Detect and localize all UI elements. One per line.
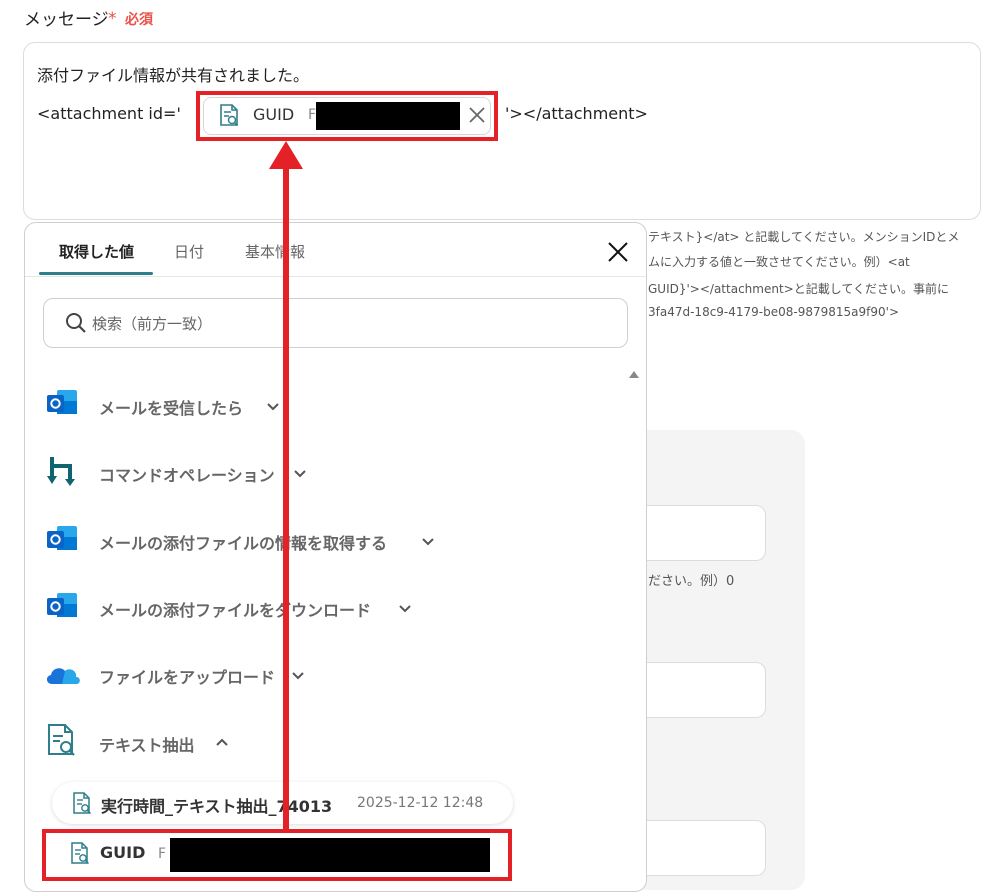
tab-acquired-values[interactable]: 取得した値 xyxy=(59,241,134,262)
message-attachment-suffix: '></attachment> xyxy=(505,104,648,123)
required-star: * xyxy=(108,9,117,29)
list-item-label[interactable]: メールを受信したら xyxy=(99,395,243,419)
scroll-up-icon[interactable] xyxy=(628,368,640,380)
value-option-time: 2025-12-12 12:48 xyxy=(357,795,484,811)
message-line-1: 添付ファイル情報が共有されました。 xyxy=(37,66,310,85)
list-item-label[interactable]: メールの添付ファイルをダウンロード xyxy=(99,597,371,621)
tab-date[interactable]: 日付 xyxy=(174,241,204,262)
required-text: 必須 xyxy=(125,12,153,28)
onedrive-icon xyxy=(46,668,80,684)
highlight-box-chip xyxy=(196,91,498,141)
panel-help-text: ださい。例）0 xyxy=(648,574,735,589)
outlook-icon xyxy=(47,526,77,550)
list-item-label[interactable]: コマンドオペレーション xyxy=(99,462,275,486)
help-text-line: テキスト}</at> と記載してください。メンションIDとメ xyxy=(648,230,960,244)
active-tab-indicator xyxy=(39,272,153,275)
list-item-label[interactable]: メールの添付ファイルの情報を取得する xyxy=(99,530,387,554)
chevron-down-icon[interactable] xyxy=(420,533,436,549)
annotation-arrow-line xyxy=(283,165,289,832)
help-text-line: ムに入力する値と一致させてください。例）<at xyxy=(648,255,910,269)
text-extract-icon xyxy=(48,724,75,756)
help-text-line: 3fa47d-18c9-4179-be08-9879815a9f90'> xyxy=(648,305,900,319)
help-text-line: GUID}'></attachment>と記載してください。事前に xyxy=(648,282,949,296)
message-attachment-prefix: <attachment id=' xyxy=(37,104,181,123)
outlook-icon xyxy=(47,390,77,414)
chevron-down-icon[interactable] xyxy=(292,465,308,481)
yoom-command-icon xyxy=(47,457,75,486)
search-icon xyxy=(66,313,86,333)
text-extract-icon xyxy=(73,792,92,814)
chevron-down-icon[interactable] xyxy=(397,600,413,616)
chevron-down-icon[interactable] xyxy=(265,398,281,414)
close-icon[interactable] xyxy=(606,240,630,264)
highlight-box-guid xyxy=(42,829,512,881)
tab-divider xyxy=(25,276,646,277)
list-item-label[interactable]: テキスト抽出 xyxy=(99,732,195,756)
annotation-arrow-head xyxy=(269,141,303,169)
tab-basic-info[interactable]: 基本情報 xyxy=(245,241,305,262)
message-field-label: メッセージ xyxy=(24,10,109,30)
search-placeholder: 検索（前方一致） xyxy=(92,315,213,333)
chevron-down-icon[interactable] xyxy=(290,667,306,683)
value-option-label: 実行時間_テキスト抽出_74013 xyxy=(101,797,333,816)
outlook-icon xyxy=(47,593,77,617)
chevron-up-icon[interactable] xyxy=(214,734,230,750)
list-item-label[interactable]: ファイルをアップロード xyxy=(99,664,275,688)
